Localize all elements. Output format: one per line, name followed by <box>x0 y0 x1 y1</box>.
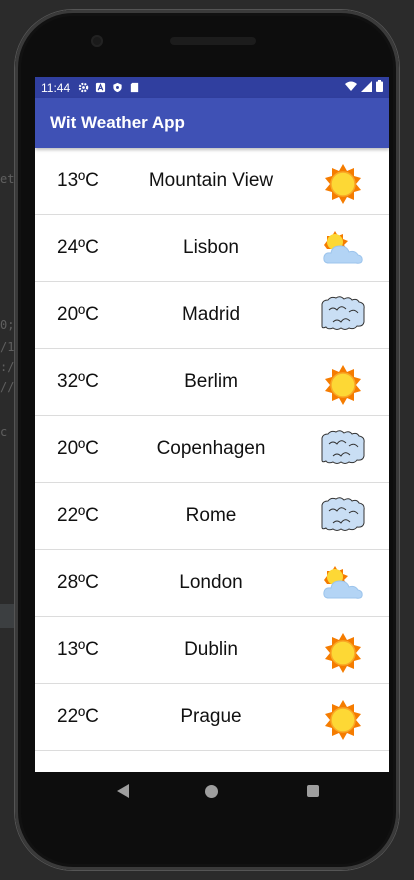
city-label: Berlim <box>184 371 238 392</box>
weather-row-4[interactable]: 20ºC Copenhagen <box>35 416 389 483</box>
sun-icon <box>319 158 367 206</box>
temperature-label: 13ºC <box>57 639 99 660</box>
temperature-label: 22ºC <box>57 706 99 727</box>
clouds-icon <box>319 426 367 474</box>
status-time: 11:44 <box>41 80 71 95</box>
home-icon[interactable] <box>205 785 218 798</box>
ide-code-fragment: et <box>0 172 15 186</box>
sun-icon <box>319 359 367 407</box>
temperature-label: 24ºC <box>57 237 99 258</box>
signal-icon <box>361 80 372 95</box>
sun-icon <box>319 627 367 675</box>
city-label: Lisbon <box>183 237 239 258</box>
battery-icon <box>376 80 383 95</box>
app-bar: Wit Weather App <box>35 98 389 148</box>
weather-row-5[interactable]: 22ºC Rome <box>35 483 389 550</box>
temperature-label: 13ºC <box>57 170 99 191</box>
status-bar: 11:44 <box>35 77 389 98</box>
device-screen: 11:44 Wit Weather App 13ºC Mountain View… <box>35 77 389 772</box>
clouds-icon <box>319 493 367 541</box>
ide-code-fragment: c <box>0 425 8 439</box>
temperature-label: 20ºC <box>57 304 99 325</box>
ide-gutter-highlight <box>0 604 16 628</box>
clouds-icon <box>319 292 367 340</box>
weather-row-3[interactable]: 32ºC Berlim <box>35 349 389 416</box>
sun-icon <box>319 694 367 742</box>
city-label: Rome <box>185 505 237 526</box>
weather-list[interactable]: 13ºC Mountain View 24ºC Lisbon 20ºC Madr… <box>35 148 389 751</box>
phone-frame: 11:44 Wit Weather App 13ºC Mountain View… <box>15 10 399 870</box>
weather-row-7[interactable]: 13ºC Dublin <box>35 617 389 684</box>
city-label: Prague <box>180 706 242 727</box>
ide-code-fragment: :/ <box>0 360 15 374</box>
weather-row-2[interactable]: 20ºC Madrid <box>35 282 389 349</box>
temperature-label: 22ºC <box>57 505 99 526</box>
ide-code-fragment: 0; <box>0 318 15 332</box>
weather-row-1[interactable]: 24ºC Lisbon <box>35 215 389 282</box>
weather-row-6[interactable]: 28ºC London <box>35 550 389 617</box>
ide-code-fragment: /1 <box>0 340 15 354</box>
city-label: Mountain View <box>148 170 274 191</box>
temperature-label: 20ºC <box>57 438 99 459</box>
weather-row-0[interactable]: 13ºC Mountain View <box>35 148 389 215</box>
temperature-label: 32ºC <box>57 371 99 392</box>
front-camera <box>91 35 103 47</box>
recent-apps-icon[interactable] <box>307 785 319 797</box>
ide-code-fragment: // <box>0 380 15 394</box>
a-icon <box>95 82 106 93</box>
partly-cloudy-icon <box>319 560 367 608</box>
city-label: Copenhagen <box>156 438 266 459</box>
temperature-label: 28ºC <box>57 572 99 593</box>
city-label: Madrid <box>181 304 241 325</box>
city-label: London <box>179 572 243 593</box>
partly-cloudy-icon <box>319 225 367 273</box>
app-title: Wit Weather App <box>50 113 185 132</box>
shield-icon <box>112 82 123 93</box>
settings-icon <box>78 82 89 93</box>
weather-row-8[interactable]: 22ºC Prague <box>35 684 389 751</box>
earpiece-speaker <box>170 37 256 45</box>
wifi-icon <box>345 81 357 95</box>
back-icon[interactable] <box>117 784 129 798</box>
sd-card-icon <box>129 82 140 93</box>
city-label: Dublin <box>184 639 238 660</box>
navigation-bar <box>35 772 389 816</box>
